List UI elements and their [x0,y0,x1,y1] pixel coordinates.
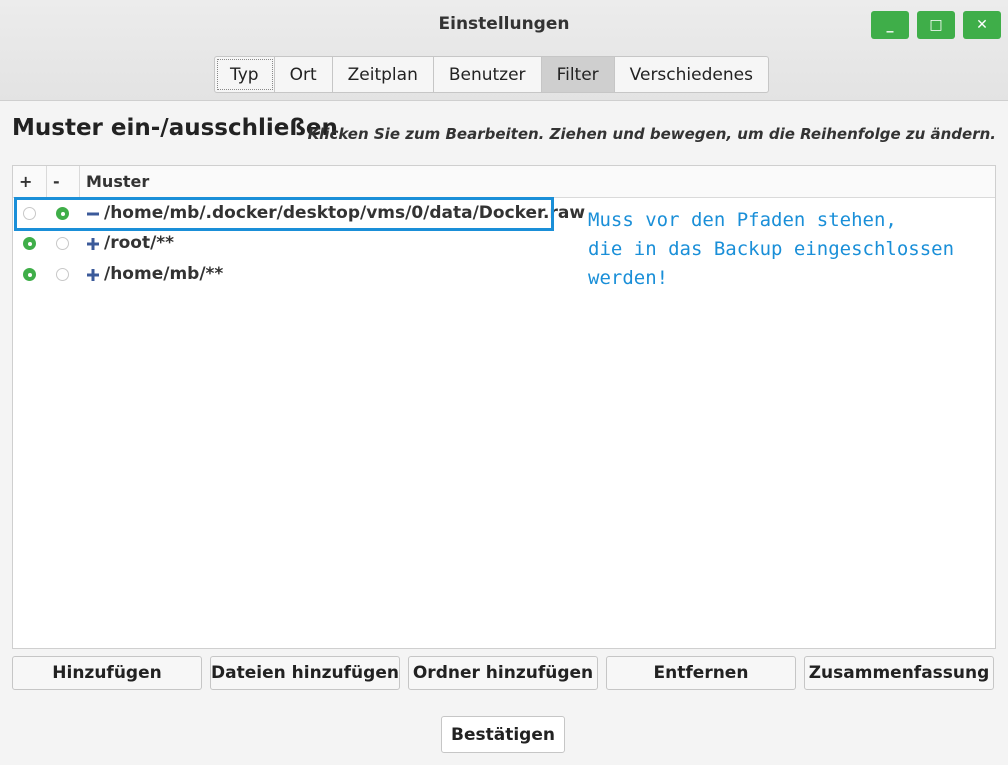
minimize-button[interactable]: _ [871,11,909,39]
column-pattern[interactable]: Muster [86,166,149,197]
confirm-button[interactable]: Bestätigen [441,716,565,753]
tab-ort[interactable]: Ort [275,57,333,92]
plus-icon [87,269,99,281]
remove-button[interactable]: Entfernen [606,656,796,690]
exclude-radio[interactable] [56,237,69,250]
include-radio[interactable] [23,268,36,281]
add-files-button[interactable]: Dateien hinzufügen [210,656,400,690]
tab-bar: Typ Ort Zeitplan Benutzer Filter Verschi… [214,56,769,93]
plus-icon [87,238,99,250]
exclude-radio[interactable] [56,268,69,281]
summary-button[interactable]: Zusammenfassung [804,656,994,690]
close-button[interactable]: ✕ [963,11,1001,39]
pattern-text: /root/** [104,233,175,253]
annotation-note: Muss vor den Pfaden stehen, die in das B… [588,209,955,289]
window-title: Einstellungen [438,14,570,34]
section-hint: Klicken Sie zum Bearbeiten. Ziehen und b… [307,125,996,143]
column-include[interactable]: + [19,166,32,197]
tab-filter[interactable]: Filter [541,57,615,92]
add-folder-button[interactable]: Ordner hinzufügen [408,656,598,690]
title-bar: Einstellungen _ □ ✕ Typ Ort Zeitplan Ben… [0,0,1008,101]
highlight-box [14,197,554,231]
tab-typ[interactable]: Typ [215,57,275,92]
pattern-text: /home/mb/** [104,264,224,284]
include-radio[interactable] [23,237,36,250]
tab-benutzer[interactable]: Benutzer [434,57,542,92]
list-header: + - Muster [13,166,995,198]
maximize-button[interactable]: □ [917,11,955,39]
section-heading: Muster ein-/ausschließen [12,115,338,141]
add-button[interactable]: Hinzufügen [12,656,202,690]
tab-zeitplan[interactable]: Zeitplan [333,57,434,92]
column-exclude[interactable]: - [53,166,60,197]
tab-verschiedenes[interactable]: Verschiedenes [615,57,768,92]
